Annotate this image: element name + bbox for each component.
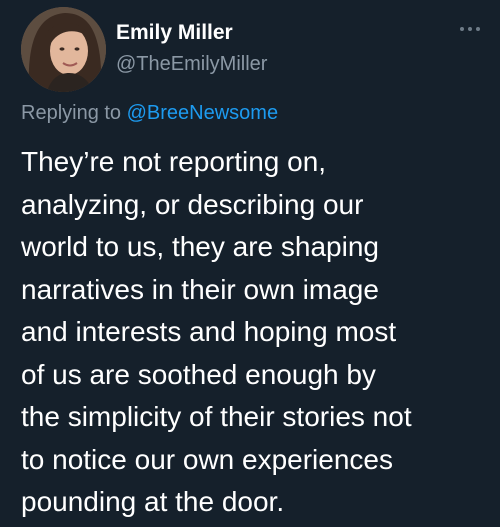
more-options-icon[interactable] xyxy=(458,22,482,36)
tweet-text-line: and interests and hoping most xyxy=(21,316,397,347)
profile-photo-icon xyxy=(21,7,106,92)
tweet-text: They’re not reporting on, analyzing, or … xyxy=(21,141,491,524)
tweet-text-line: of us are soothed enough by xyxy=(21,358,376,390)
author-display-name[interactable]: Emily Miller xyxy=(116,20,233,46)
tweet-text-line: analyzing, or describing our xyxy=(21,188,364,220)
reply-mention-link[interactable]: @BreeNewsome xyxy=(127,102,278,124)
avatar[interactable] xyxy=(21,7,106,92)
reply-prefix: Replying to xyxy=(21,102,127,124)
tweet-text-line: the simplicity of their stories not xyxy=(21,401,412,432)
tweet-text-line: pounding at the door. xyxy=(21,486,285,517)
tweet-text-line: They’re not reporting on, xyxy=(21,146,327,177)
tweet-text-line: narratives in their own image xyxy=(21,273,379,305)
tweet-text-line: to notice our own experiences xyxy=(21,443,393,475)
author-handle[interactable]: @TheEmilyMiller xyxy=(116,51,267,77)
tweet-text-line: world to us, they are shaping xyxy=(21,231,379,262)
tweet-card: Emily Miller @TheEmilyMiller Replying to… xyxy=(0,0,500,527)
reply-context: Replying to @BreeNewsome xyxy=(21,100,278,126)
